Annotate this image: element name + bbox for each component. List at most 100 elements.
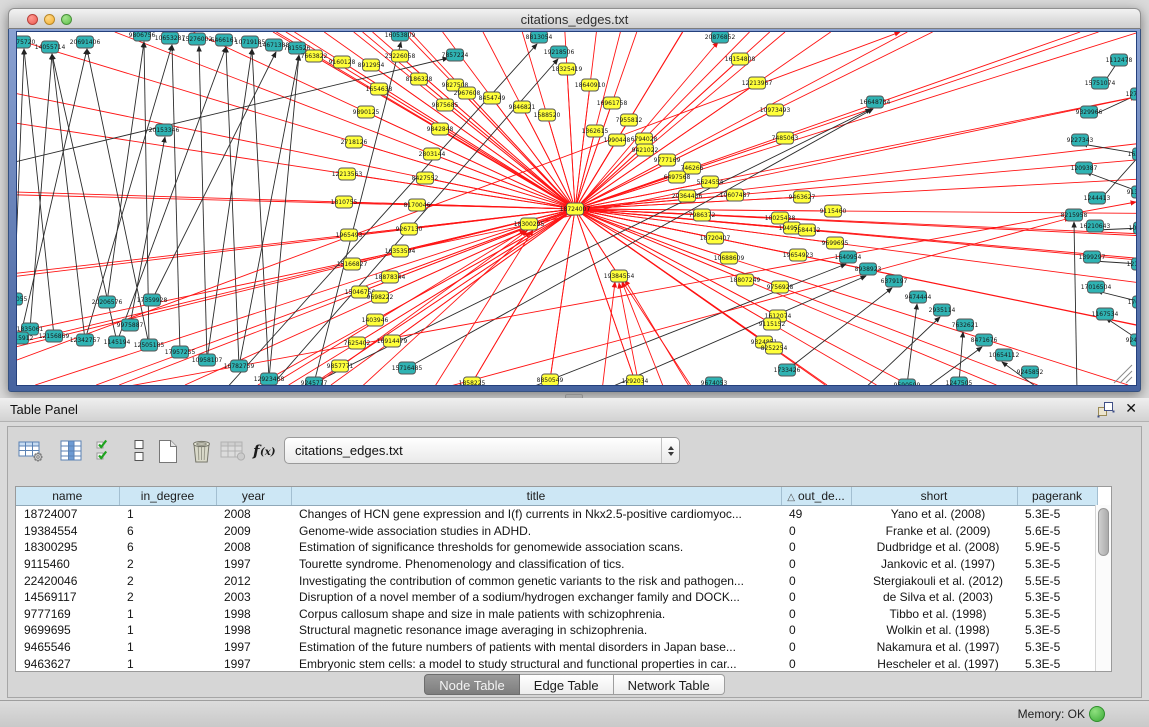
graph-edge[interactable] xyxy=(340,209,575,366)
network-selector[interactable]: citations_edges.txt xyxy=(284,437,680,464)
table-cell[interactable]: Changes of HCN gene expression and I(f) … xyxy=(291,506,781,523)
table-cell[interactable]: 5.3E-5 xyxy=(1017,639,1097,656)
table-row[interactable]: 977716911998Corpus callosum shape and si… xyxy=(16,606,1097,623)
table-cell[interactable]: Genome-wide association studies in ADHD. xyxy=(291,523,781,540)
table-cell[interactable]: 2 xyxy=(119,556,216,573)
graph-edge[interactable] xyxy=(432,154,575,209)
table-cell[interactable]: Stergiakouli et al. (2012) xyxy=(851,572,1017,589)
graph-edge[interactable] xyxy=(207,49,252,360)
table-cell[interactable]: 0 xyxy=(781,523,851,540)
table-cell[interactable]: 5.3E-5 xyxy=(1017,589,1097,606)
graph-edge[interactable] xyxy=(17,49,24,299)
table-cell[interactable]: 9115460 xyxy=(16,556,119,573)
table-row[interactable]: 911546021997Tourette syndrome. Phenomeno… xyxy=(16,556,1097,573)
graph-edge[interactable] xyxy=(252,49,269,379)
table-cell[interactable]: Estimation of significance thresholds fo… xyxy=(291,539,781,556)
table-cell[interactable]: 2009 xyxy=(216,523,291,540)
table-cell[interactable]: de Silva et al. (2003) xyxy=(851,589,1017,606)
tab-network-table[interactable]: Network Table xyxy=(614,674,725,695)
memory-status-indicator[interactable] xyxy=(1089,706,1105,722)
table-cell[interactable]: Hescheler et al. (1997) xyxy=(851,655,1017,672)
graph-edge[interactable] xyxy=(432,230,533,385)
graph-edge[interactable] xyxy=(152,52,276,300)
table-cell[interactable]: 0 xyxy=(781,572,851,589)
graph-edge[interactable] xyxy=(862,317,940,385)
graph-edge[interactable] xyxy=(472,209,575,383)
row-options-icon[interactable] xyxy=(124,437,154,465)
table-cell[interactable]: 2003 xyxy=(216,589,291,606)
graph-edge[interactable] xyxy=(379,89,575,209)
table-cell[interactable]: 2008 xyxy=(216,506,291,523)
table-cell[interactable]: 5.9E-5 xyxy=(1017,539,1097,556)
graph-edge[interactable] xyxy=(52,54,85,340)
graph-edge[interactable] xyxy=(575,209,619,276)
table-cell[interactable]: 2 xyxy=(119,572,216,589)
table-cell[interactable]: Structural magnetic resonance image aver… xyxy=(291,622,781,639)
graph-edge[interactable] xyxy=(575,85,590,209)
column-header-year[interactable]: year xyxy=(216,487,291,506)
import-table-icon[interactable] xyxy=(219,437,249,465)
graph-edge[interactable] xyxy=(269,55,299,379)
table-cell[interactable]: 1 xyxy=(119,622,216,639)
graph-edge[interactable] xyxy=(366,112,575,209)
delete-column-icon[interactable] xyxy=(186,437,216,465)
table-cell[interactable]: Disruption of a novel member of a sodium… xyxy=(291,589,781,606)
graph-edge[interactable] xyxy=(1074,222,1077,385)
table-cell[interactable]: 5.3E-5 xyxy=(1017,556,1097,573)
graph-edge[interactable] xyxy=(354,142,575,209)
citation-network-graph[interactable]: 1675720140557142069140698067561065328715… xyxy=(17,32,1136,385)
tab-node-table[interactable]: Node Table xyxy=(424,674,520,695)
graph-edge[interactable] xyxy=(400,209,575,251)
table-cell[interactable]: 0 xyxy=(781,539,851,556)
show-columns-icon[interactable] xyxy=(56,437,86,465)
tab-edge-table[interactable]: Edge Table xyxy=(520,674,613,695)
table-cell[interactable]: Yano et al. (2008) xyxy=(851,506,1017,523)
table-cell[interactable]: Dudbridge et al. (2008) xyxy=(851,539,1017,556)
table-cell[interactable]: 49 xyxy=(781,506,851,523)
table-cell[interactable]: 2008 xyxy=(216,539,291,556)
column-header-in-degree[interactable]: in_degree xyxy=(119,487,216,506)
table-cell[interactable]: Estimation of the future numbers of pati… xyxy=(291,639,781,656)
table-cell[interactable]: 5.3E-5 xyxy=(1017,606,1097,623)
table-cell[interactable]: 18300295 xyxy=(16,539,119,556)
column-header-name[interactable]: name xyxy=(16,487,119,506)
table-cell[interactable]: 0 xyxy=(781,556,851,573)
table-row[interactable]: 2242004622012Investigating the contribut… xyxy=(16,572,1097,589)
graph-edge[interactable] xyxy=(625,280,692,385)
table-cell[interactable]: 5.5E-5 xyxy=(1017,572,1097,589)
table-cell[interactable]: Franke et al. (2009) xyxy=(851,523,1017,540)
table-cell[interactable]: 2012 xyxy=(216,572,291,589)
table-cell[interactable]: 1997 xyxy=(216,655,291,672)
table-cell[interactable]: 5.3E-5 xyxy=(1017,622,1097,639)
table-cell[interactable]: 22420046 xyxy=(16,572,119,589)
column-header-short[interactable]: short xyxy=(851,487,1017,506)
table-cell[interactable]: 5.3E-5 xyxy=(1017,506,1097,523)
table-cell[interactable]: 19384554 xyxy=(16,523,119,540)
function-builder-icon[interactable]: f (x) xyxy=(251,437,281,465)
table-cell[interactable]: 1997 xyxy=(216,556,291,573)
table-row[interactable]: 1872400712008Changes of HCN gene express… xyxy=(16,506,1097,523)
table-cell[interactable]: 9465546 xyxy=(16,639,119,656)
table-cell[interactable]: 5.3E-5 xyxy=(1017,655,1097,672)
table-cell[interactable]: 5.6E-5 xyxy=(1017,523,1097,540)
table-cell[interactable]: Nakamura et al. (1997) xyxy=(851,639,1017,656)
table-cell[interactable]: 6 xyxy=(119,523,216,540)
table-cell[interactable]: 18724007 xyxy=(16,506,119,523)
column-header-out-degree[interactable]: △out_de... xyxy=(781,487,851,506)
table-row[interactable]: 1456911722003Disruption of a novel membe… xyxy=(16,589,1097,606)
graph-edge[interactable] xyxy=(619,283,640,385)
table-cell[interactable]: Tourette syndrome. Phenomenology and cla… xyxy=(291,556,781,573)
table-cell[interactable]: Embryonic stem cells: a model to study s… xyxy=(291,655,781,672)
graph-edge[interactable] xyxy=(959,332,963,383)
graph-edge[interactable] xyxy=(550,209,575,380)
graph-edge[interactable] xyxy=(567,69,575,209)
table-row[interactable]: 969969511998Structural magnetic resonanc… xyxy=(16,622,1097,639)
table-row[interactable]: 946362711997Embryonic stem cells: a mode… xyxy=(16,655,1097,672)
table-cell[interactable]: 0 xyxy=(781,655,851,672)
column-header-title[interactable]: title xyxy=(291,487,781,506)
create-column-icon[interactable] xyxy=(153,437,183,465)
close-panel-icon[interactable]: ✕ xyxy=(1125,400,1137,417)
table-cell[interactable]: 9777169 xyxy=(16,606,119,623)
table-cell[interactable]: 0 xyxy=(781,622,851,639)
table-cell[interactable]: Wolkin et al. (1998) xyxy=(851,622,1017,639)
